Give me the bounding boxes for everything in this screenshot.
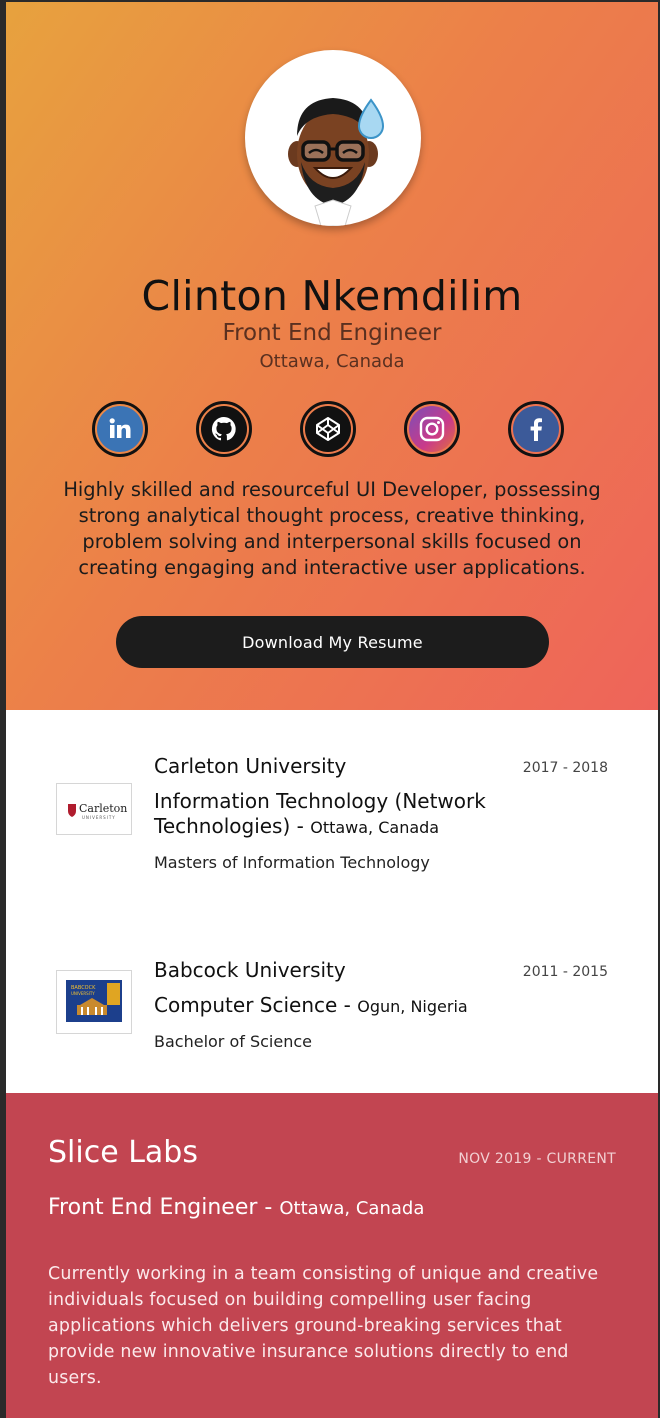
- role-title: Front End Engineer: [48, 1195, 258, 1220]
- education-location: Ottawa, Canada: [310, 818, 440, 837]
- download-resume-button[interactable]: Download My Resume: [116, 616, 549, 668]
- social-links: [92, 401, 572, 463]
- program-name: Computer Science: [154, 993, 338, 1017]
- company-name: Slice Labs: [48, 1135, 198, 1170]
- education-location: Ogun, Nigeria: [357, 997, 468, 1016]
- education-program: Computer Science - Ogun, Nigeria: [154, 993, 468, 1017]
- work-experience-section: Slice Labs NOV 2019 - CURRENT Front End …: [6, 1093, 658, 1418]
- work-description: Currently working in a team consisting o…: [48, 1264, 599, 1388]
- github-icon: [201, 406, 247, 452]
- school-name: Babcock University: [154, 958, 346, 982]
- school-name: Carleton University: [154, 754, 347, 778]
- codepen-link[interactable]: [300, 401, 356, 457]
- linkedin-icon: [97, 406, 143, 452]
- carleton-logo: Carleton UNIVERSITY: [56, 783, 132, 835]
- linkedin-link[interactable]: [92, 401, 148, 457]
- svg-text:Carleton: Carleton: [79, 802, 127, 815]
- profile-name: Clinton Nkemdilim: [141, 272, 523, 320]
- education-credential: Bachelor of Science: [154, 1032, 312, 1051]
- education-section: Carleton UNIVERSITY Carleton University …: [6, 710, 658, 1093]
- resume-page: Clinton Nkemdilim Front End Engineer Ott…: [6, 2, 658, 1418]
- profile-bio: Highly skilled and resourceful UI Develo…: [63, 478, 601, 579]
- memoji-avatar-icon: [245, 50, 421, 226]
- github-link[interactable]: [196, 401, 252, 457]
- codepen-icon: [305, 406, 351, 452]
- profile-title: Front End Engineer: [222, 320, 442, 346]
- work-role: Front End Engineer - Ottawa, Canada: [48, 1195, 425, 1220]
- instagram-icon: [409, 406, 455, 452]
- education-credential: Masters of Information Technology: [154, 853, 430, 872]
- instagram-link[interactable]: [404, 401, 460, 457]
- profile-location: Ottawa, Canada: [259, 351, 405, 372]
- profile-header: Clinton Nkemdilim Front End Engineer Ott…: [6, 2, 658, 710]
- education-years: 2011 - 2015: [522, 964, 608, 980]
- facebook-link[interactable]: [508, 401, 564, 457]
- facebook-icon: [513, 406, 559, 452]
- svg-text:UNIVERSITY: UNIVERSITY: [71, 991, 95, 996]
- work-period: NOV 2019 - CURRENT: [458, 1151, 616, 1167]
- education-program: Information Technology (Network Technolo…: [154, 789, 486, 838]
- work-location: Ottawa, Canada: [279, 1198, 425, 1219]
- svg-text:UNIVERSITY: UNIVERSITY: [82, 815, 116, 820]
- babcock-logo: BABCOCK UNIVERSITY: [56, 970, 132, 1034]
- education-years: 2017 - 2018: [522, 760, 608, 776]
